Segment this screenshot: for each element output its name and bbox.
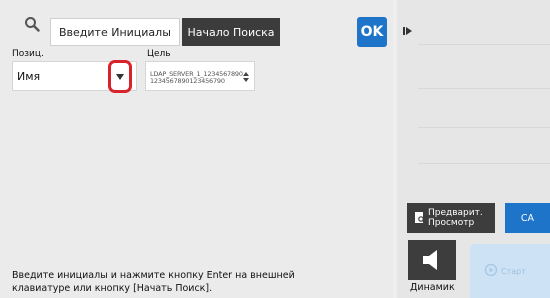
preview-label: Предварит. Просмотр	[428, 208, 483, 228]
position-label: Позиц.	[12, 49, 44, 59]
preview-icon	[415, 212, 425, 223]
target-value-line2: 1234567890123456790	[150, 77, 225, 85]
start-button[interactable]: Старт	[470, 244, 550, 298]
ca-button[interactable]: CA	[505, 203, 550, 233]
list-divider	[418, 44, 550, 45]
list-divider	[418, 163, 550, 164]
stepper-icon	[243, 72, 249, 82]
speaker-label: Динамик	[410, 282, 455, 293]
list-divider	[418, 88, 550, 89]
position-dropdown-button[interactable]	[108, 60, 132, 93]
target-select[interactable]: LDAP_SERVER_1_1234567890 123456789012345…	[145, 61, 255, 91]
position-value: Имя	[17, 70, 41, 83]
search-input[interactable]	[50, 18, 180, 46]
list-divider	[418, 127, 550, 128]
ok-button[interactable]: OK	[357, 17, 387, 47]
start-search-button[interactable]: Начало Поиска	[182, 18, 280, 46]
start-icon	[484, 263, 498, 277]
search-icon[interactable]	[20, 12, 44, 36]
hint-text: Введите инициалы и нажмите кнопку Enter …	[12, 270, 295, 294]
target-label: Цель	[147, 49, 171, 59]
speaker-button[interactable]	[408, 240, 456, 280]
start-label: Старт	[501, 267, 526, 276]
speaker-icon	[423, 250, 437, 270]
preview-button[interactable]: Предварит. Просмотр	[407, 203, 495, 233]
expand-icon[interactable]	[397, 18, 419, 44]
triangle-down-icon	[116, 73, 124, 80]
